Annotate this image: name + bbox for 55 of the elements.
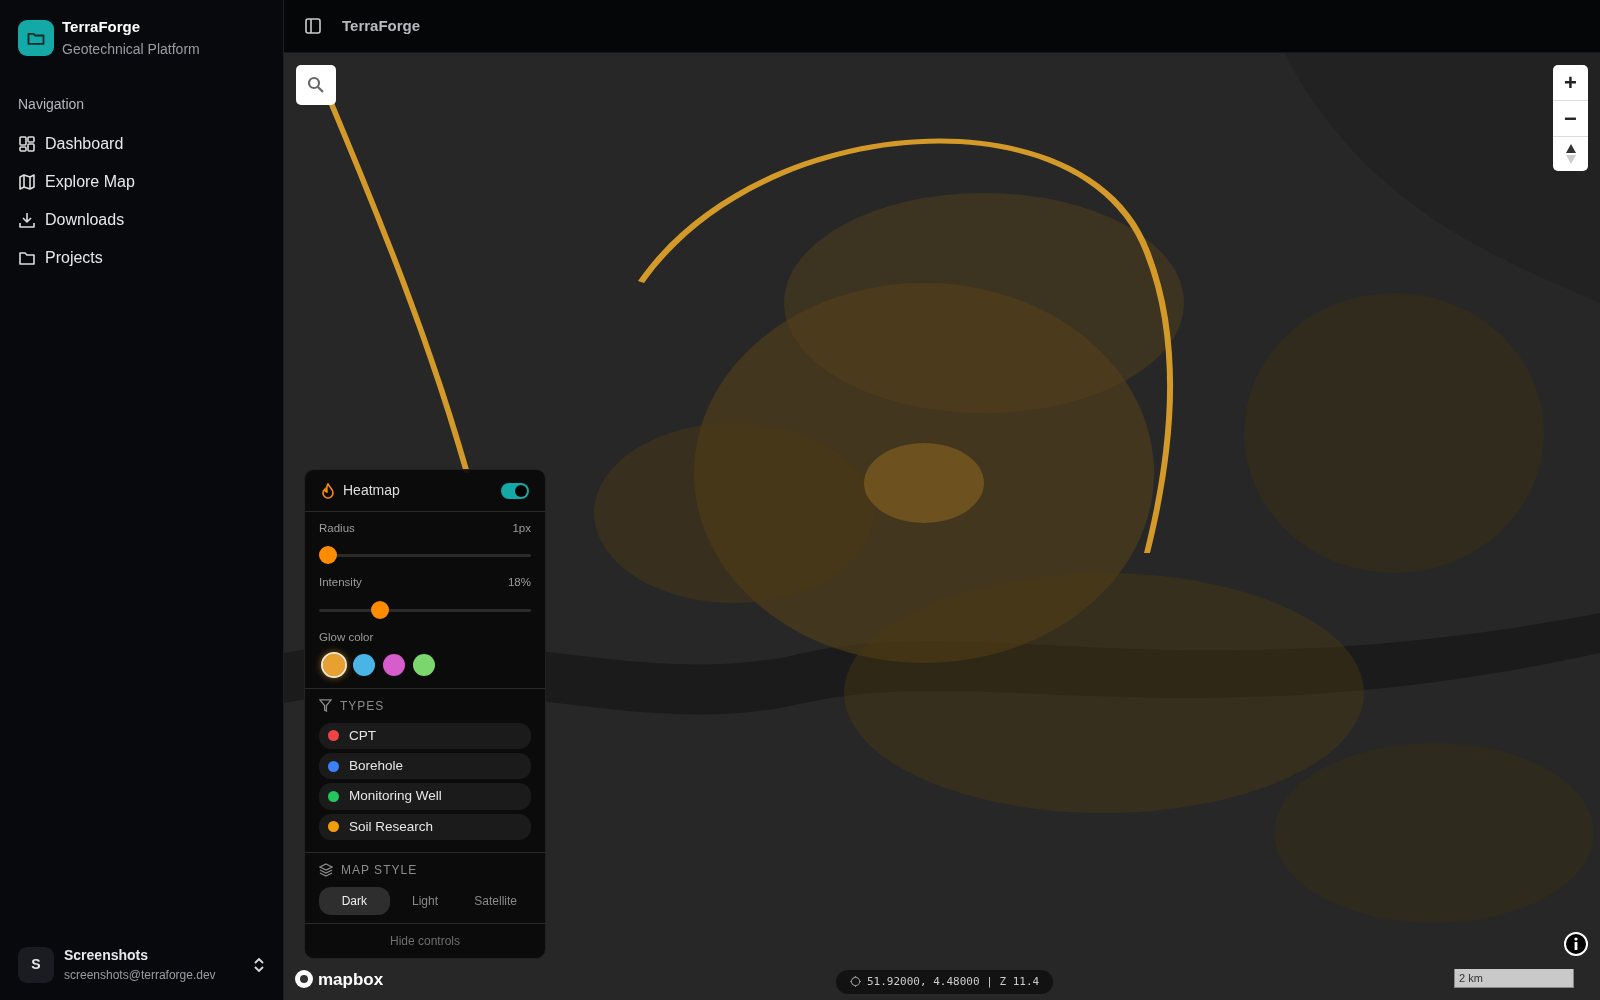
color-swatch[interactable] <box>323 653 345 676</box>
color-swatch[interactable] <box>413 653 435 676</box>
hide-controls-button[interactable]: Hide controls <box>305 923 545 958</box>
filter-icon <box>319 699 332 713</box>
chevrons-icon[interactable] <box>253 956 265 973</box>
heatmap-toggle[interactable] <box>501 482 529 499</box>
slider-label: Intensity <box>319 575 362 591</box>
layers-icon <box>319 862 333 877</box>
user-email: screenshots@terraforge.dev <box>64 967 217 984</box>
mapbox-logo-icon <box>294 969 314 990</box>
page-title: TerraForge <box>342 15 421 36</box>
sidebar-toggle-icon[interactable] <box>304 17 322 35</box>
user-avatar: S <box>18 946 54 983</box>
attribution-text: mapbox <box>318 968 384 991</box>
type-filter-item[interactable]: CPT <box>319 722 531 749</box>
type-filter-item[interactable]: Monitoring Well <box>319 783 531 810</box>
grid-icon <box>18 134 36 153</box>
type-filter-item[interactable]: Soil Research <box>319 813 531 840</box>
crosshair-icon <box>850 976 861 988</box>
user-name: Screenshots <box>64 946 150 965</box>
zoom-out-button[interactable]: − <box>1553 101 1588 137</box>
compass-icon <box>1564 143 1577 165</box>
slider-thumb[interactable] <box>319 546 337 565</box>
map-icon <box>18 172 36 191</box>
scale-bar: 2 km <box>1454 968 1574 988</box>
glow-color-label: Glow color <box>319 629 375 645</box>
nav-item[interactable]: Projects <box>18 238 265 277</box>
section-heading: MAP STYLE <box>341 861 418 879</box>
nav-item[interactable]: Explore Map <box>18 162 265 201</box>
zoom-in-button[interactable]: + <box>1553 65 1588 101</box>
slider-track[interactable] <box>319 600 531 619</box>
slider-value: 18% <box>507 575 531 591</box>
app-subtitle: Geotechnical Platform <box>62 39 200 59</box>
slider-value: 1px <box>512 521 531 536</box>
app-name: TerraForge <box>62 17 142 37</box>
panel-title: Heatmap <box>343 481 400 500</box>
coordinates-text: 51.92000, 4.48000 | Z 11.4 <box>867 973 1040 990</box>
nav-section-label: Navigation <box>18 94 86 114</box>
search-button[interactable] <box>296 65 336 105</box>
slider-thumb[interactable] <box>371 600 390 619</box>
map-style-tab[interactable]: Light <box>389 886 461 915</box>
section-heading: TYPES <box>340 697 385 715</box>
type-filter-item[interactable]: Borehole <box>319 753 531 780</box>
color-swatch[interactable] <box>383 653 405 676</box>
map-style-tab[interactable]: Dark <box>319 886 390 915</box>
color-swatch[interactable] <box>353 653 375 676</box>
search-icon <box>307 76 325 94</box>
flame-icon <box>321 482 335 499</box>
app-logo <box>18 19 54 56</box>
slider-track[interactable] <box>319 546 531 565</box>
map-style-tab[interactable]: Satellite <box>460 886 531 915</box>
nav-item[interactable]: Dashboard <box>18 124 265 163</box>
slider-label: Radius <box>319 521 355 536</box>
download-icon <box>18 210 36 229</box>
nav-item[interactable]: Downloads <box>18 200 265 239</box>
